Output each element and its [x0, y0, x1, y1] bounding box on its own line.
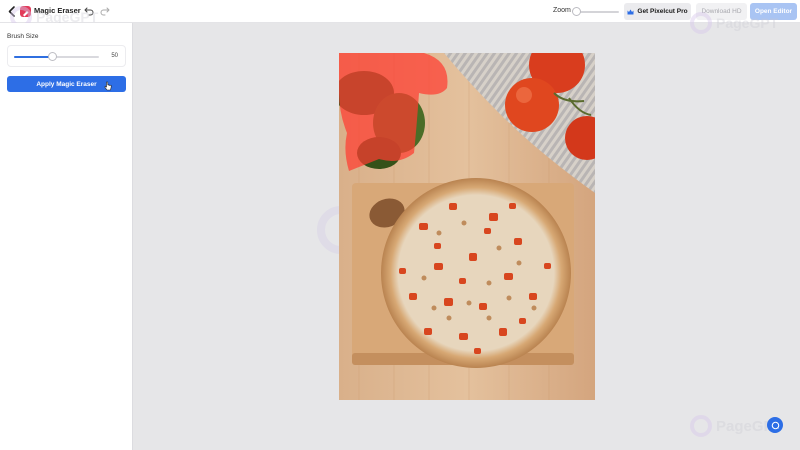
brush-size-slider-fill — [14, 56, 53, 58]
watermark-logo-icon — [690, 415, 712, 437]
brush-size-value: 50 — [111, 53, 118, 59]
mouse-cursor-icon — [104, 81, 112, 91]
watermark-top-right: PageGPT — [690, 12, 778, 34]
brush-size-slider-thumb[interactable] — [47, 52, 57, 61]
chat-support-button[interactable] — [767, 417, 783, 433]
tool-sidebar: Brush Size 50 Apply Magic Eraser — [0, 23, 133, 450]
zoom-slider-track[interactable] — [575, 11, 619, 13]
top-bar: Magic Eraser Zoom Get Pixelcut Pro Downl… — [0, 0, 800, 23]
zoom-slider-thumb[interactable] — [572, 7, 581, 16]
watermark-logo-icon — [690, 12, 712, 34]
chat-icon — [771, 421, 779, 429]
redo-icon[interactable] — [100, 6, 110, 16]
canvas-image[interactable] — [339, 53, 595, 400]
zoom-label: Zoom — [553, 7, 571, 14]
brush-size-control: 50 — [7, 45, 126, 67]
watermark-text: PageGPT — [716, 15, 779, 31]
brush-size-label: Brush Size — [7, 33, 39, 40]
get-pro-label: Get Pixelcut Pro — [637, 8, 688, 15]
crown-icon — [627, 9, 634, 14]
get-pro-button[interactable]: Get Pixelcut Pro — [624, 3, 691, 20]
pizza — [381, 178, 571, 368]
